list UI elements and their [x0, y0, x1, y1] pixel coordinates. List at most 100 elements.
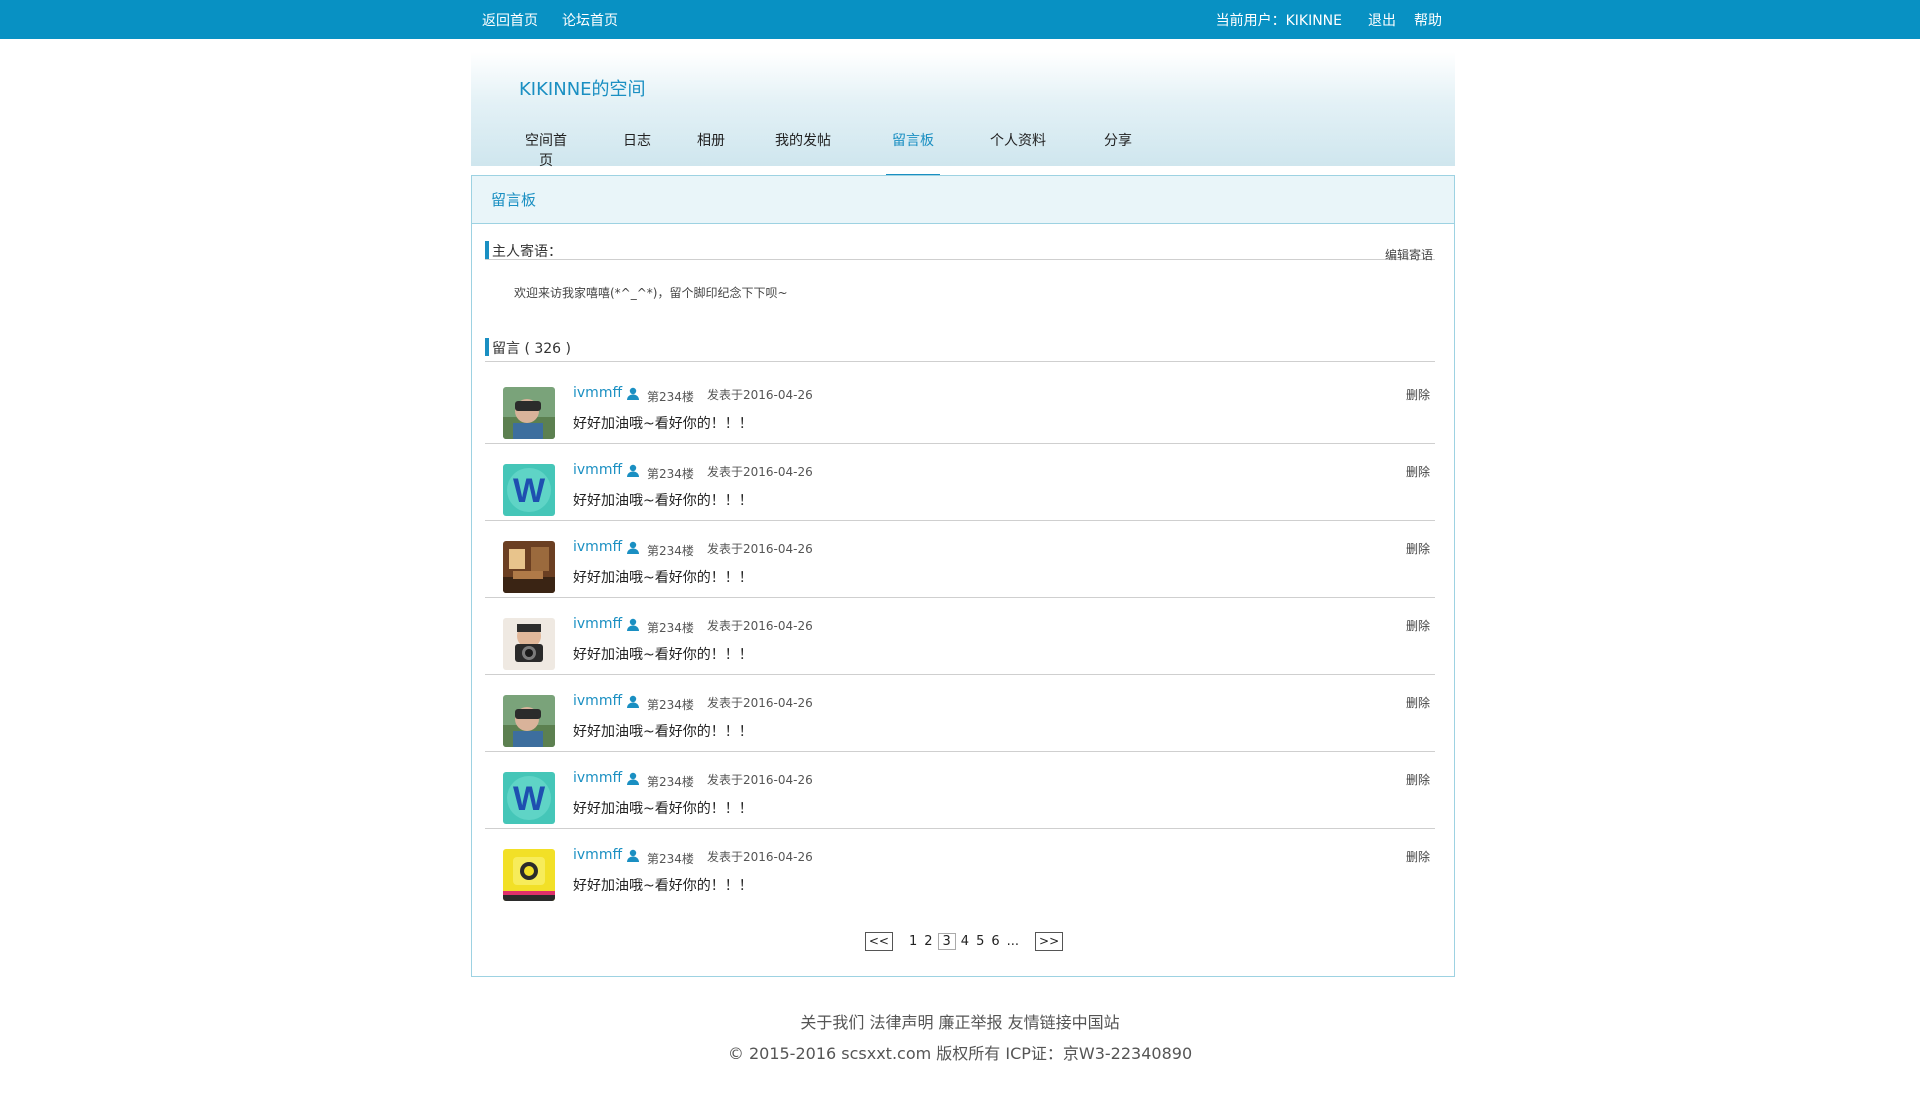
message-item: ivmmff 第234楼 发表于2016-04-26 删除 好好加油哦~看好你的！！！ [485, 367, 1435, 444]
message-username[interactable]: ivmmff [573, 847, 622, 863]
pagination: << 1 2 3 4 5 6 ... >> [472, 932, 1456, 951]
forum-home-link[interactable]: 论坛首页 [562, 10, 618, 30]
message-floor: 第234楼 [647, 852, 694, 866]
user-avatar[interactable] [503, 695, 555, 747]
owner-message-header: 主人寄语： 编辑寄语 [485, 234, 1435, 263]
user-icon [625, 848, 641, 864]
friend-links-link[interactable]: 友情链接中国站 [1008, 1013, 1120, 1032]
delete-message-button[interactable]: 删除 [1406, 617, 1430, 634]
user-icon [625, 540, 641, 556]
messages-header: 留言 ( 326 ) [485, 331, 1435, 362]
page-5[interactable]: 5 [974, 934, 986, 949]
user-avatar[interactable]: W [503, 464, 555, 516]
page-6[interactable]: 6 [989, 934, 1001, 949]
user-avatar[interactable] [503, 849, 555, 901]
message-username[interactable]: ivmmff [573, 385, 622, 401]
message-item: Wivmmff 第234楼 发表于2016-04-26 删除好好加油哦~看好你的！！！ [485, 444, 1435, 521]
section-accent-bar [485, 338, 489, 356]
copyright: © 2015-2016 scsxxt.com 版权所有 ICP证：京W3-223… [727, 1044, 1193, 1063]
section-accent-bar [485, 241, 489, 259]
message-floor: 第234楼 [647, 467, 694, 481]
current-user: 当前用户：KIKINNE [1215, 12, 1342, 29]
delete-message-button[interactable]: 删除 [1406, 848, 1430, 865]
help-link[interactable]: 帮助 [1414, 10, 1442, 30]
message-date: 发表于2016-04-26 [707, 465, 813, 479]
tab-profile[interactable]: 个人资料 [990, 130, 1046, 176]
message-username[interactable]: ivmmff [573, 462, 622, 478]
svg-text:W: W [513, 472, 546, 510]
message-floor: 第234楼 [647, 544, 694, 558]
message-date: 发表于2016-04-26 [707, 850, 813, 864]
message-date: 发表于2016-04-26 [707, 696, 813, 710]
tab-space-home[interactable]: 空间首页 [519, 130, 573, 176]
message-content: 好好加油哦~看好你的！！！ [573, 570, 753, 586]
message-item: ivmmff 第234楼 发表于2016-04-26 删除好好加油哦~看好你的！！！ [485, 675, 1435, 752]
user-avatar[interactable] [503, 541, 555, 593]
user-icon [625, 617, 641, 633]
message-date: 发表于2016-04-26 [707, 388, 813, 402]
tab-blog[interactable]: 日志 [623, 130, 651, 176]
footer: 关于我们 法律声明 廉正举报 友情链接中国站 © 2015-2016 scsxx… [0, 1007, 1920, 1069]
delete-message-button[interactable]: 删除 [1406, 463, 1430, 480]
about-us-link[interactable]: 关于我们 [800, 1013, 864, 1032]
message-content: 好好加油哦~看好你的！！！ [573, 493, 753, 509]
footer-links: 关于我们 法律声明 廉正举报 友情链接中国站 [0, 1007, 1920, 1038]
delete-message-button[interactable]: 删除 [1406, 771, 1430, 788]
owner-motto: 欢迎来访我家嘻嘻(*^_^*)，留个脚印纪念下下呗~ [514, 286, 788, 300]
panel-title: 留言板 [472, 176, 1454, 224]
delete-message-button[interactable]: 删除 [1406, 694, 1430, 711]
guestbook-panel: 留言板 主人寄语： 编辑寄语 欢迎来访我家嘻嘻(*^_^*)，留个脚印纪念下下呗… [471, 175, 1455, 977]
space-tabs: 空间首页 日志 相册 我的发帖 留言板 个人资料 分享 [519, 130, 1132, 176]
message-date: 发表于2016-04-26 [707, 542, 813, 556]
message-list: ivmmff 第234楼 发表于2016-04-26 删除 好好加油哦~看好你的！！！ W… [485, 367, 1435, 906]
logout-link[interactable]: 退出 [1368, 10, 1396, 30]
tab-my-posts[interactable]: 我的发帖 [775, 130, 831, 176]
home-link[interactable]: 返回首页 [482, 10, 538, 30]
owner-message-title: 主人寄语： [492, 244, 562, 260]
edit-motto-button[interactable]: 编辑寄语 [1385, 246, 1433, 263]
message-item: Wivmmff 第234楼 发表于2016-04-26 删除好好加油哦~看好你的！！！ [485, 752, 1435, 829]
messages-count-title: 留言 ( 326 ) [492, 341, 571, 357]
message-content: 好好加油哦~看好你的！！！ [573, 801, 753, 817]
message-username[interactable]: ivmmff [573, 616, 622, 632]
page-ellipsis: ... [1006, 934, 1020, 949]
svg-text:W: W [513, 780, 546, 818]
page-1[interactable]: 1 [907, 934, 919, 949]
message-item: ivmmff 第234楼 发表于2016-04-26 删除好好加油哦~看好你的！！！ [485, 521, 1435, 598]
user-icon [625, 771, 641, 787]
user-icon [625, 463, 641, 479]
top-nav-left: 返回首页 论坛首页 [482, 0, 618, 39]
message-floor: 第234楼 [647, 621, 694, 635]
user-avatar[interactable] [503, 387, 555, 439]
message-floor: 第234楼 [647, 698, 694, 712]
space-header: KIKINNE的空间 空间首页 日志 相册 我的发帖 留言板 个人资料 分享 [471, 52, 1455, 176]
report-link[interactable]: 廉正举报 [939, 1013, 1003, 1032]
message-username[interactable]: ivmmff [573, 770, 622, 786]
page-4[interactable]: 4 [959, 934, 971, 949]
user-icon [625, 694, 641, 710]
legal-link[interactable]: 法律声明 [869, 1013, 933, 1032]
prev-page-button[interactable]: << [864, 932, 893, 951]
space-title: KIKINNE的空间 [519, 79, 646, 100]
message-date: 发表于2016-04-26 [707, 619, 813, 633]
tab-guestbook[interactable]: 留言板 [886, 130, 940, 176]
delete-message-button[interactable]: 删除 [1406, 540, 1430, 557]
tab-share[interactable]: 分享 [1104, 130, 1132, 176]
message-content: 好好加油哦~看好你的！！！ [573, 416, 753, 432]
delete-message-button[interactable]: 删除 [1406, 386, 1430, 403]
top-bar: 返回首页 论坛首页 当前用户：KIKINNE 退出 帮助 [0, 0, 1920, 39]
message-username[interactable]: ivmmff [573, 693, 622, 709]
user-avatar[interactable]: W [503, 772, 555, 824]
user-avatar[interactable] [503, 618, 555, 670]
message-item: ivmmff 第234楼 发表于2016-04-26 删除 好好加油哦~看好你的！！！ [485, 598, 1435, 675]
message-item: ivmmff 第234楼 发表于2016-04-26 删除 好好加油哦~看好你的！！！ [485, 829, 1435, 906]
tab-album[interactable]: 相册 [697, 130, 725, 176]
message-username[interactable]: ivmmff [573, 539, 622, 555]
message-date: 发表于2016-04-26 [707, 773, 813, 787]
message-floor: 第234楼 [647, 775, 694, 789]
page-2[interactable]: 2 [922, 934, 934, 949]
message-content: 好好加油哦~看好你的！！！ [573, 724, 753, 740]
top-nav-right: 当前用户：KIKINNE 退出 帮助 [1216, 0, 1442, 39]
next-page-button[interactable]: >> [1035, 932, 1064, 951]
page-3-current[interactable]: 3 [937, 933, 956, 950]
